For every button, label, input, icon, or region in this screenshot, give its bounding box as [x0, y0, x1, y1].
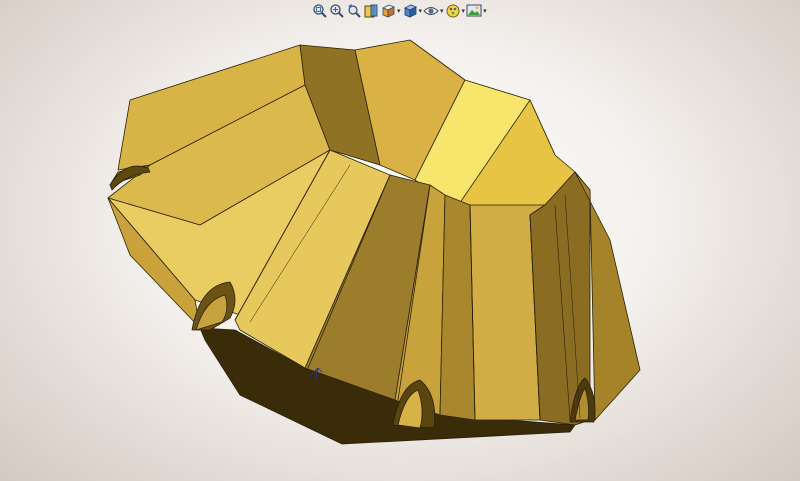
chevron-down-icon: ▾	[397, 6, 401, 15]
previous-view-button[interactable]	[346, 2, 362, 20]
chevron-down-icon: ▾	[483, 6, 487, 15]
view-orientation-icon	[382, 4, 395, 18]
3d-model-view[interactable]	[0, 0, 800, 481]
hide-show-items-button[interactable]: ▾	[423, 2, 444, 20]
display-style-icon	[403, 4, 417, 18]
zoom-to-area-icon	[330, 4, 344, 18]
section-view-button[interactable]	[363, 2, 379, 20]
chevron-down-icon: ▾	[461, 6, 466, 15]
chevron-down-icon: ▾	[440, 6, 444, 15]
edit-appearance-button[interactable]: ▾	[445, 2, 466, 20]
zoom-to-fit-icon	[313, 4, 327, 18]
apply-scene-icon	[466, 4, 482, 17]
previous-view-icon	[348, 4, 361, 18]
hide-show-items-icon	[423, 7, 439, 15]
heads-up-view-toolbar: ▾ ▾ ▾ ▾ ▾	[312, 2, 487, 20]
center-face-3[interactable]	[439, 194, 476, 421]
section-view-icon	[364, 4, 378, 18]
edit-appearance-icon	[446, 4, 460, 18]
display-style-button[interactable]: ▾	[402, 2, 423, 20]
zoom-to-fit-button[interactable]	[312, 2, 328, 20]
graphics-area[interactable]: ▾ ▾ ▾ ▾ ▾	[0, 0, 800, 481]
view-orientation-button[interactable]: ▾	[380, 2, 401, 20]
apply-scene-button[interactable]: ▾	[466, 2, 487, 20]
zoom-to-area-button[interactable]	[329, 2, 345, 20]
chevron-down-icon: ▾	[418, 6, 423, 15]
